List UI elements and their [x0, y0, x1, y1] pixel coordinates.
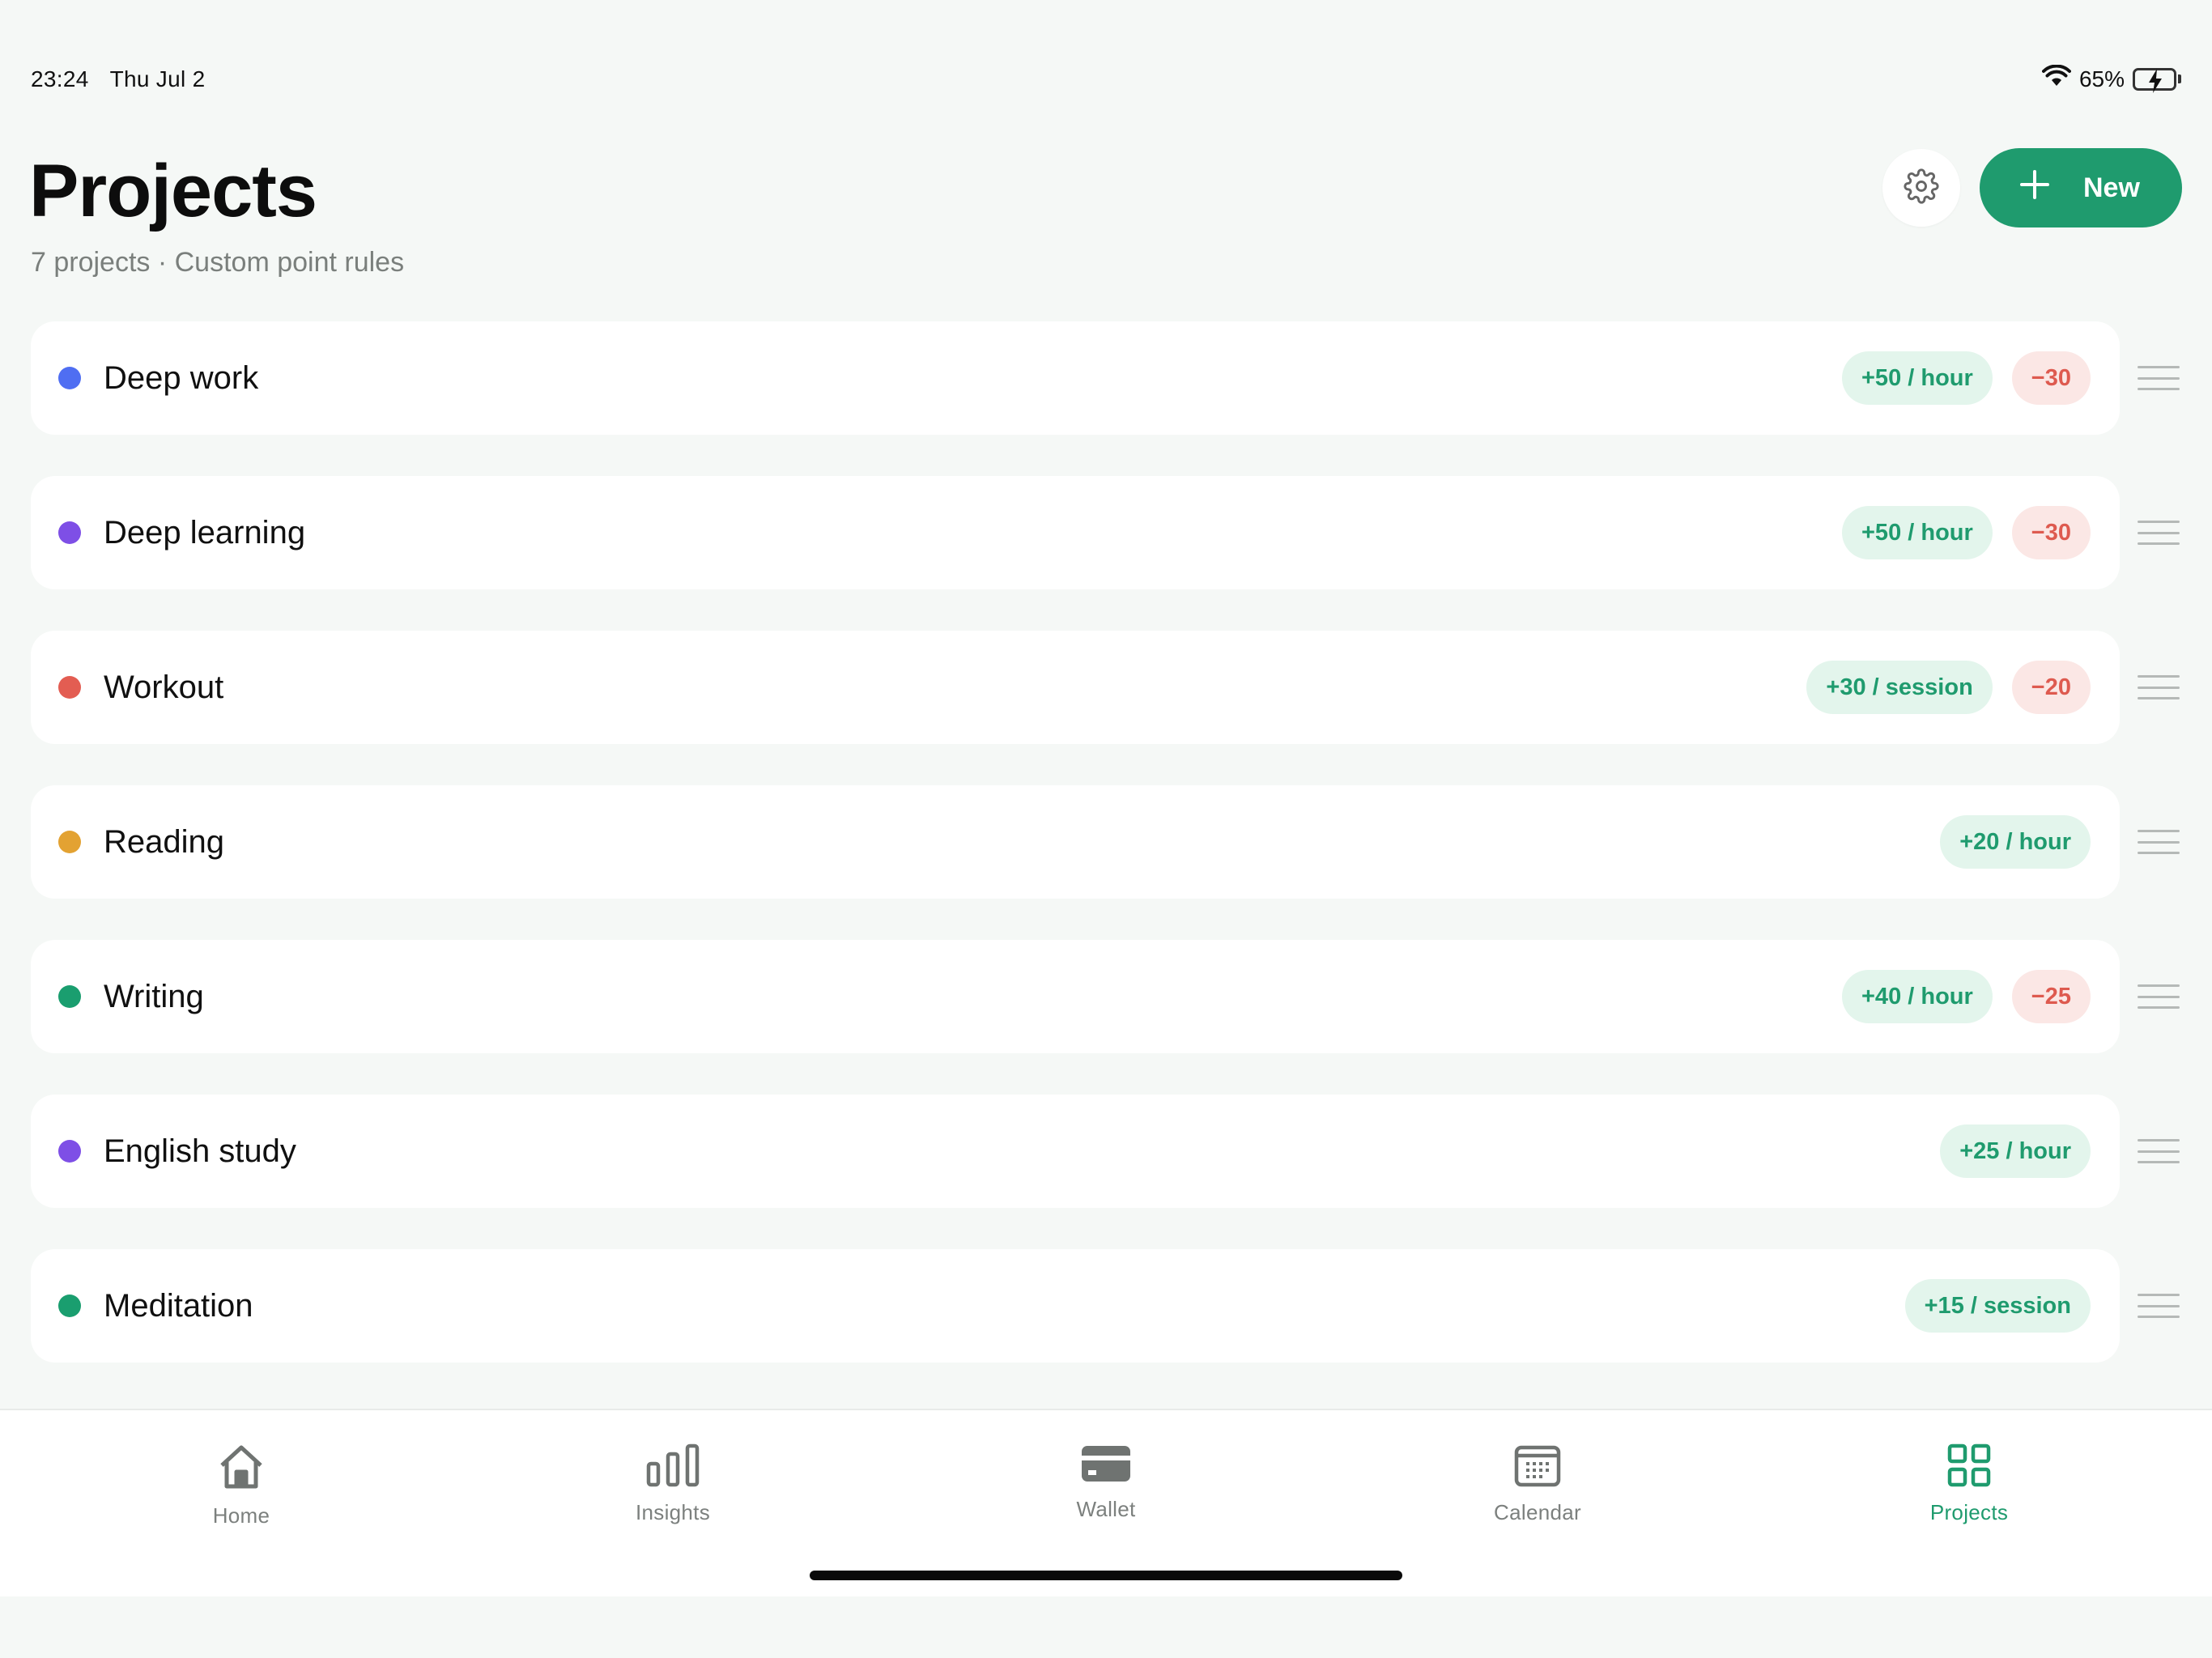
project-color-dot: [58, 831, 81, 853]
project-color-dot: [58, 985, 81, 1008]
plus-icon: [2018, 168, 2051, 208]
project-row[interactable]: Meditation +15 / session: [31, 1249, 2120, 1363]
tab-wallet-label: Wallet: [1076, 1497, 1136, 1521]
project-row[interactable]: Writing +40 / hour −25: [31, 940, 2120, 1053]
wifi-icon: [2041, 64, 2071, 93]
reward-badge: +15 / session: [1904, 1279, 2091, 1333]
drag-handle-icon[interactable]: [2138, 1139, 2180, 1163]
project-color-dot: [58, 367, 81, 389]
project-name: Reading: [104, 823, 225, 860]
new-button-label: New: [2083, 172, 2140, 203]
project-row[interactable]: Reading +20 / hour: [31, 785, 2120, 899]
penalty-badge: −25: [2011, 970, 2091, 1023]
page-subtitle: 7 projects · Custom point rules: [31, 247, 405, 278]
home-icon: [215, 1443, 267, 1497]
project-name: Deep work: [104, 359, 259, 396]
reward-badge: +20 / hour: [1940, 815, 2091, 869]
wallet-icon: [1080, 1443, 1132, 1490]
tab-home[interactable]: Home: [160, 1443, 322, 1528]
status-bar-left: 23:24 Thu Jul 2: [31, 66, 205, 92]
project-row[interactable]: Deep work +50 / hour −30: [31, 321, 2120, 435]
new-project-button[interactable]: New: [1980, 148, 2182, 227]
point-rule-badges: +40 / hour −25: [1842, 970, 2091, 1023]
bar-chart-icon: [645, 1443, 700, 1494]
tab-insights[interactable]: Insights: [592, 1443, 754, 1525]
point-rule-badges: +25 / hour: [1940, 1124, 2091, 1178]
project-name: Workout: [104, 669, 224, 705]
drag-handle-icon[interactable]: [2138, 675, 2180, 699]
projects-screen: 23:24 Thu Jul 2 65% Projects 7 projects …: [0, 0, 2212, 1658]
point-rule-badges: +20 / hour: [1940, 815, 2091, 869]
project-row[interactable]: Deep learning +50 / hour −30: [31, 476, 2120, 589]
project-name: Meditation: [104, 1287, 253, 1324]
reward-badge: +30 / session: [1806, 661, 1993, 714]
home-indicator: [810, 1571, 1402, 1580]
point-rule-badges: +50 / hour −30: [1842, 351, 2091, 405]
calendar-icon: [1513, 1443, 1562, 1494]
status-date: Thu Jul 2: [109, 66, 206, 91]
penalty-badge: −30: [2011, 506, 2091, 559]
point-rule-badges: +30 / session −20: [1806, 661, 2091, 714]
project-row[interactable]: English study +25 / hour: [31, 1095, 2120, 1208]
tab-projects-label: Projects: [1929, 1500, 2009, 1524]
tab-home-label: Home: [212, 1503, 270, 1528]
penalty-badge: −20: [2011, 661, 2091, 714]
project-name: English study: [104, 1133, 296, 1169]
drag-handle-icon[interactable]: [2138, 984, 2180, 1009]
reward-badge: +50 / hour: [1842, 506, 1993, 559]
status-time: 23:24: [31, 66, 89, 91]
project-color-dot: [58, 1140, 81, 1163]
project-row[interactable]: Workout +30 / session −20: [31, 631, 2120, 744]
tab-projects[interactable]: Projects: [1888, 1443, 2050, 1525]
penalty-badge: −30: [2011, 351, 2091, 405]
reward-badge: +25 / hour: [1940, 1124, 2091, 1178]
reward-badge: +50 / hour: [1842, 351, 1993, 405]
tab-calendar-label: Calendar: [1494, 1500, 1581, 1524]
gear-icon: [1904, 168, 1939, 208]
drag-handle-icon[interactable]: [2138, 830, 2180, 854]
project-name: Writing: [104, 978, 204, 1014]
tab-insights-label: Insights: [635, 1500, 710, 1524]
drag-handle-icon[interactable]: [2138, 1294, 2180, 1318]
status-bar-right: 65%: [2041, 64, 2181, 93]
drag-handle-icon[interactable]: [2138, 366, 2180, 390]
tab-bar: Home Insights Wallet Calendar Projects: [0, 1409, 2212, 1596]
point-rule-badges: +15 / session: [1904, 1279, 2091, 1333]
grid-icon: [1946, 1443, 1992, 1494]
project-name: Deep learning: [104, 514, 306, 551]
project-color-dot: [58, 521, 81, 544]
drag-handle-icon[interactable]: [2138, 521, 2180, 545]
page-title: Projects: [29, 150, 317, 232]
settings-button[interactable]: [1882, 149, 1960, 227]
battery-percent: 65%: [2078, 66, 2125, 91]
reward-badge: +40 / hour: [1842, 970, 1993, 1023]
battery-charging-icon: [2133, 67, 2181, 93]
tab-calendar[interactable]: Calendar: [1457, 1443, 1619, 1525]
project-color-dot: [58, 1295, 81, 1317]
project-color-dot: [58, 676, 81, 699]
tab-wallet[interactable]: Wallet: [1025, 1443, 1187, 1522]
point-rule-badges: +50 / hour −30: [1842, 506, 2091, 559]
